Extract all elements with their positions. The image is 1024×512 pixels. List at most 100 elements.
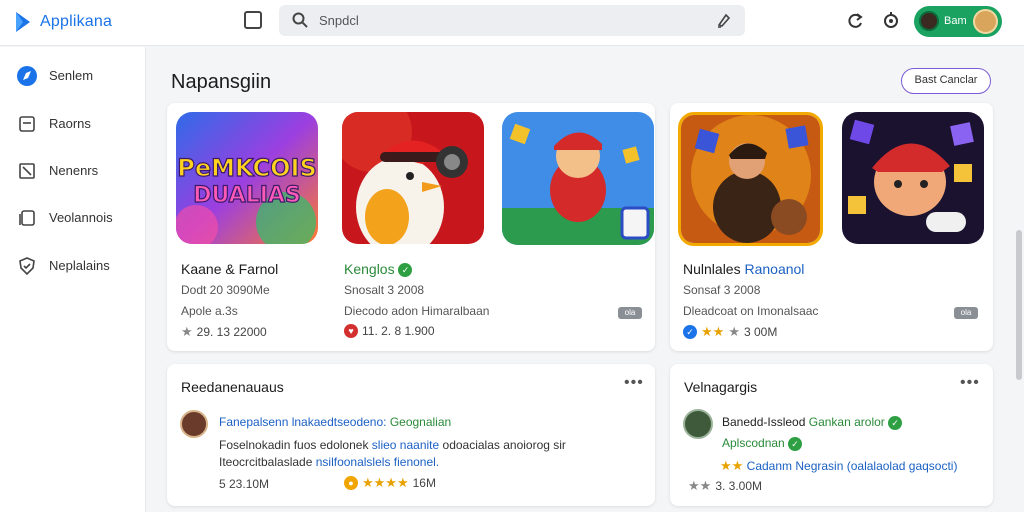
sidebar-item-veolannois[interactable]: Veolannois: [0, 198, 146, 238]
sidebar-item-raorns[interactable]: Raorns: [0, 104, 146, 144]
review-text-link[interactable]: nsilfoonalslels fienonel.: [316, 455, 439, 469]
review-text-link[interactable]: (oalalaolad gaqsocti): [847, 459, 958, 473]
refresh-icon[interactable]: [845, 11, 865, 31]
verified-icon: ✓: [683, 325, 697, 339]
verified-check-icon: ✓: [788, 436, 803, 451]
reviewer-name-text: Banedd-Issleod: [722, 415, 806, 429]
section-action-button[interactable]: Bast Canclar: [901, 68, 991, 94]
voice-search-icon[interactable]: [715, 11, 733, 29]
badge-icon: ●: [344, 476, 358, 490]
app-meta: Snosalt 3 2008: [344, 283, 425, 297]
app-name: Applikana: [40, 13, 113, 30]
app-rating: ♥ 11. 2. 8 1.900: [344, 324, 435, 338]
app-title[interactable]: Nulnlales Ranoanol: [683, 261, 804, 277]
kaane-logo-text-2: DUALIAS: [193, 183, 301, 208]
review-rating: 5 23.10M: [219, 477, 269, 491]
tag-icon: [19, 163, 35, 179]
reviewer-subtitle-text: Aplscodnan: [722, 436, 785, 450]
screen-icon: [19, 116, 35, 132]
top-bar: Applikana Snpdcl Bam: [0, 0, 1024, 46]
heart-icon: ♥: [344, 324, 358, 338]
app-card-group-2: Nulnlales Ranoanol Sonsaf 3 2008 Dleadco…: [670, 103, 993, 351]
more-options-icon[interactable]: •••: [960, 374, 980, 392]
app-meta: Dleadcoat on Imonalsaac: [683, 304, 819, 318]
games-artwork: [842, 112, 984, 244]
rating-text: 5 23.10M: [219, 477, 270, 491]
user-account-chip[interactable]: Bam: [914, 6, 1002, 37]
star-icon: ★★: [688, 478, 712, 493]
user-avatar: [919, 11, 939, 31]
copy-icon: [19, 210, 35, 226]
kaane-logo-text-1: PeMKCOIS: [177, 154, 317, 182]
verified-check-icon: ✓: [398, 263, 413, 278]
app-icon-games[interactable]: [842, 112, 984, 244]
app-title-tail: Ranoanol: [744, 261, 805, 277]
mini-badge: ola: [618, 307, 642, 319]
app-rating: ★ 29. 13 22000: [181, 324, 267, 340]
menu-square-icon[interactable]: [244, 11, 262, 29]
app-meta: Apole a.3s: [181, 304, 238, 318]
search-placeholder: Snpdcl: [319, 13, 359, 28]
scrollbar[interactable]: [1016, 230, 1022, 380]
star-icon: ★: [728, 324, 740, 339]
app-meta: Dodt 20 3090Me: [181, 283, 270, 297]
app-meta: Sonsaf 3 2008: [683, 283, 761, 297]
review-text: Iteocrcitbalaslade: [219, 455, 313, 469]
app-title-text: Kenglos: [344, 261, 395, 277]
review-heading: Velnagargis: [684, 379, 758, 395]
app-title[interactable]: Kaane & Farnol: [181, 261, 278, 277]
app-icon-nulnlales[interactable]: [678, 112, 823, 246]
sidebar-item-label: Veolannois: [49, 210, 113, 225]
review-card-2: Velnagargis ••• Banedd-Issleod Gankan ar…: [670, 364, 993, 506]
review-rating: ★★ 3. 3.00M: [688, 478, 762, 494]
review-text-link[interactable]: slieo naanite: [372, 438, 439, 452]
user-name: Bam: [944, 15, 967, 27]
rating-text: 16M: [412, 476, 436, 490]
star-icon: ★★: [720, 458, 744, 473]
review-text-line-2: Iteocrcitbalaslade nsilfoonalslels fieno…: [219, 454, 439, 471]
sidebar-item-nenenrs[interactable]: Nenenrs: [0, 151, 146, 191]
review-text: odoacialas anoiorog sir: [442, 438, 566, 452]
review-heading: Reedanenauaus: [181, 379, 284, 395]
review-card-1: Reedanenauaus ••• Fanepalsenn lnakaedtse…: [167, 364, 655, 506]
reviewer-name-text: Fanepalsenn lnakaedtseodeno:: [219, 415, 387, 429]
reviewer-name[interactable]: Banedd-Issleod Gankan arolor ✓: [722, 415, 903, 430]
settings-icon[interactable]: [881, 11, 901, 31]
app-icon-kaane[interactable]: PeMKCOIS DUALIAS: [176, 112, 318, 244]
sidebar-item-label: Nenenrs: [49, 163, 99, 178]
review-text-link[interactable]: Cadanm Negrasin: [747, 459, 844, 473]
app-icon-hero[interactable]: [502, 112, 654, 245]
review-text: Foselnokadin fuos edolonek: [219, 438, 369, 452]
secondary-avatar: [973, 9, 998, 34]
sidebar-item-neplalains[interactable]: Neplalains: [0, 246, 146, 286]
star-icon: ★★★★: [362, 475, 409, 490]
brand[interactable]: Applikana: [14, 9, 112, 35]
reviewer-subtitle: Aplscodnan ✓: [722, 436, 803, 451]
reviewer-name[interactable]: Fanepalsenn lnakaedtseodeno: Geognalian: [219, 415, 451, 429]
app-title[interactable]: Kenglos ✓: [344, 261, 413, 278]
sidebar-item-senlem[interactable]: Senlem: [0, 56, 146, 96]
app-rating: ✓ ★★ ★ 3 00M: [683, 324, 777, 340]
reviewer-avatar: [180, 410, 208, 438]
more-options-icon[interactable]: •••: [624, 374, 644, 392]
app-meta: Diecodo adon Himaralbaan: [344, 304, 490, 318]
reviewer-avatar: [683, 409, 713, 439]
rating-text: 3. 3.00M: [715, 479, 763, 493]
review-stars: ● ★★★★ 16M: [344, 475, 436, 491]
sidebar-item-label: Senlem: [49, 68, 94, 83]
mini-badge: ola: [954, 307, 978, 319]
rating-text: 3 00M: [743, 325, 778, 339]
star-icon: ★★: [701, 324, 725, 339]
rating-text: 11. 2. 8 1.900: [362, 324, 435, 338]
review-text-line: ★★ Cadanm Negrasin (oalalaolad gaqsocti): [720, 457, 957, 475]
compass-icon: [17, 66, 37, 86]
search-icon: [292, 12, 308, 28]
page-title: Napansgiin: [171, 71, 272, 93]
app-icon-kenglos[interactable]: [342, 112, 484, 244]
search-bar[interactable]: Snpdcl: [279, 5, 745, 36]
sidebar: Senlem Raorns Nenenrs Veolannois Neplala…: [0, 47, 146, 512]
star-icon: ★: [181, 324, 193, 339]
kenglos-artwork: [342, 112, 484, 244]
play-logo-icon: [16, 12, 30, 32]
verified-check-icon: ✓: [888, 415, 903, 430]
